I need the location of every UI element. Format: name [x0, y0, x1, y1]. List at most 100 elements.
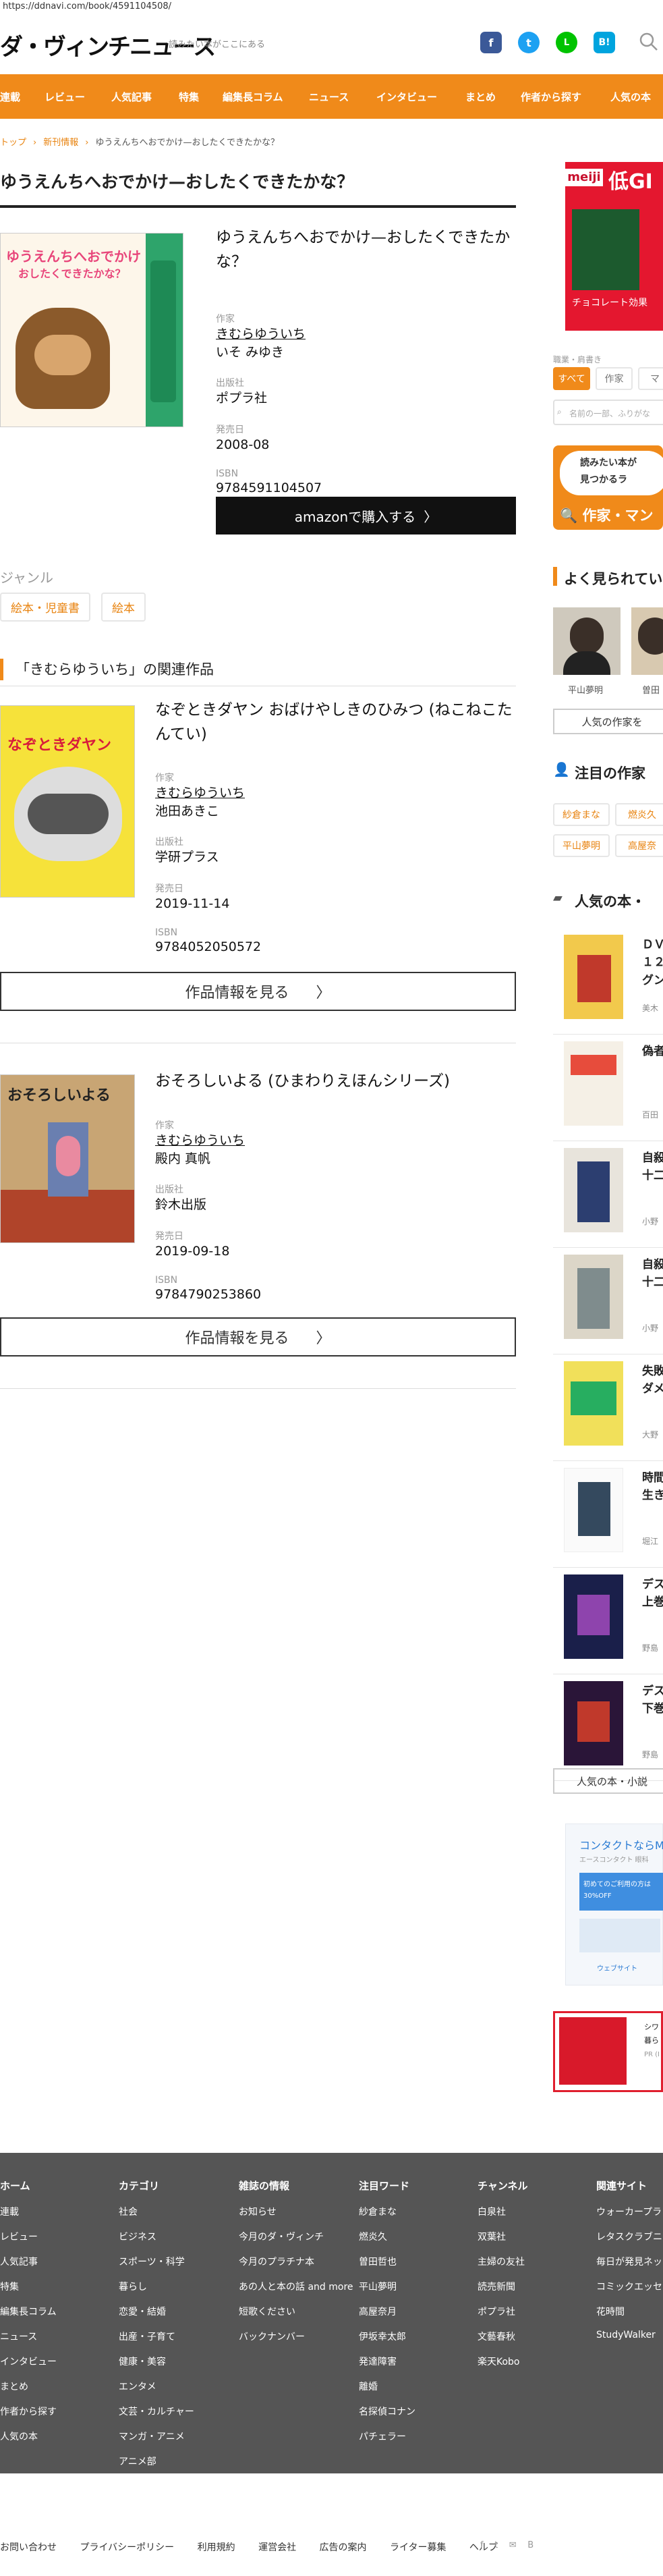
related-title-2[interactable]: おそろしいよる (ひまわりえほんシリーズ)	[155, 1070, 513, 1094]
ranking-item[interactable]: 自殺 十二 小野	[553, 1248, 663, 1354]
footer-link[interactable]: 離婚	[359, 2380, 415, 2393]
featured-author-tag[interactable]: 平山夢明	[553, 834, 610, 857]
footer-link[interactable]: 人気の本	[0, 2430, 57, 2443]
footer-heading[interactable]: 関連サイト	[596, 2178, 662, 2193]
author-name[interactable]: 平山夢明	[568, 683, 603, 696]
footer-link[interactable]: アニメ部	[119, 2455, 194, 2468]
terms-link[interactable]: 利用規約	[198, 2542, 235, 2553]
nav-item-review[interactable]: レビュー	[45, 90, 85, 104]
footer-link[interactable]: 今月のダ・ヴィンチ	[239, 2230, 353, 2243]
footer-link[interactable]: 燃炎久	[359, 2230, 415, 2243]
twitter-icon[interactable]: t	[494, 2540, 498, 2550]
author-name[interactable]: 曽田	[642, 683, 660, 696]
footer-heading[interactable]: 注目ワード	[359, 2178, 415, 2193]
nav-item-editor-column[interactable]: 編集長コラム	[223, 90, 283, 104]
footer-link[interactable]: 読売新聞	[478, 2280, 528, 2293]
footer-link[interactable]: お知らせ	[239, 2205, 353, 2218]
footer-link[interactable]: 短歌ください	[239, 2305, 353, 2318]
facebook-icon[interactable]: f	[480, 2540, 484, 2550]
search-icon[interactable]	[638, 31, 660, 53]
popular-authors-button[interactable]: 人気の作家を	[553, 709, 663, 734]
footer-link[interactable]: インタビュー	[0, 2355, 57, 2368]
footer-link[interactable]: 平山夢明	[359, 2280, 415, 2293]
related-title-1[interactable]: なぞときダヤン おばけやしきのひみつ (ねこねこたんてい)	[155, 698, 513, 746]
footer-link[interactable]: 曽田哲也	[359, 2255, 415, 2268]
footer-link[interactable]: 高屋奈月	[359, 2305, 415, 2318]
footer-link[interactable]: 作者から探す	[0, 2405, 57, 2418]
sidebar-ad-bottom[interactable]: シワ 暮ら PR (I	[553, 2011, 663, 2092]
view-work-info-button[interactable]: 作品情報を見る 〉	[0, 972, 516, 1011]
ranking-item[interactable]: 失敗 ダメ 大野	[553, 1354, 663, 1461]
footer-link[interactable]: 出産・子育て	[119, 2330, 194, 2343]
line-icon[interactable]: L	[556, 32, 577, 53]
footer-link[interactable]: 社会	[119, 2205, 194, 2218]
footer-link[interactable]: 楽天Kobo	[478, 2355, 528, 2368]
footer-social-icons[interactable]: f t ✉ B	[480, 2540, 534, 2550]
footer-link[interactable]: 健康・美容	[119, 2355, 194, 2368]
footer-link[interactable]: 発達障害	[359, 2355, 415, 2368]
sidebar-ad-top[interactable]: meiji 低GI チョコレート効果	[565, 162, 663, 331]
nav-item-matome[interactable]: まとめ	[465, 90, 496, 104]
footer-link[interactable]: 編集長コラム	[0, 2305, 57, 2318]
footer-link[interactable]: ポプラ社	[478, 2305, 528, 2318]
footer-link[interactable]: 伊坂幸太郎	[359, 2330, 415, 2343]
footer-link[interactable]: スポーツ・科学	[119, 2255, 194, 2268]
footer-link[interactable]: まとめ	[0, 2380, 57, 2393]
ranking-item[interactable]: デス 下巻 野島	[553, 1674, 663, 1781]
breadcrumb-home[interactable]: トップ	[0, 138, 26, 148]
twitter-icon[interactable]: t	[518, 32, 540, 53]
sidebar-ad-contact[interactable]: コンタクトならM エースコンタクト 眼科 初めてのご利用の方は 30%OFF ウ…	[565, 1824, 663, 1985]
footer-link[interactable]: あの人と本の話 and more	[239, 2280, 353, 2293]
footer-link[interactable]: 暮らし	[119, 2280, 194, 2293]
footer-link[interactable]: 今月のプラチナ本	[239, 2255, 353, 2268]
footer-link[interactable]: 主婦の友社	[478, 2255, 528, 2268]
footer-link[interactable]: 名探偵コナン	[359, 2405, 415, 2418]
filter-author[interactable]: 作家	[596, 367, 633, 390]
author-photo[interactable]	[631, 607, 663, 675]
footer-link[interactable]: 連載	[0, 2205, 57, 2218]
ranking-item[interactable]: 時間 生き 堀江	[553, 1461, 663, 1568]
author-link[interactable]: きむらゆういち	[216, 325, 322, 344]
featured-author-tag[interactable]: 紗倉まな	[553, 803, 610, 826]
footer-heading[interactable]: 雑誌の情報	[239, 2178, 353, 2193]
author-photo[interactable]	[553, 607, 621, 675]
footer-link[interactable]: 紗倉まな	[359, 2205, 415, 2218]
popular-books-button[interactable]: 人気の本・小説	[553, 1768, 663, 1794]
footer-link[interactable]: 花時間	[596, 2305, 662, 2318]
footer-link[interactable]: マンガ・アニメ	[119, 2430, 194, 2443]
author-search-input[interactable]: ⌕ 名前の一部、ふりがな	[553, 400, 663, 425]
author-search-banner[interactable]: 読みたい本が 見つかるラ 🔍 作家・マン	[553, 445, 663, 530]
footer-link[interactable]: 文藝春秋	[478, 2330, 528, 2343]
footer-link[interactable]: ウォーカープラ	[596, 2205, 662, 2218]
footer-link[interactable]: 文芸・カルチャー	[119, 2405, 194, 2418]
breadcrumb-category[interactable]: 新刊情報	[43, 138, 78, 148]
footer-link[interactable]: パチェラー	[359, 2430, 415, 2443]
footer-link[interactable]: コミックエッセ	[596, 2280, 662, 2293]
related-cover-2[interactable]: おそろしいよる	[0, 1074, 135, 1243]
footer-link[interactable]: 毎日が発見ネッ	[596, 2255, 662, 2268]
footer-link[interactable]: 特集	[0, 2280, 57, 2293]
footer-link[interactable]: エンタメ	[119, 2380, 194, 2393]
ranking-item[interactable]: デス 上巻 野島	[553, 1568, 663, 1674]
featured-author-tag[interactable]: 高屋奈	[615, 834, 663, 857]
company-link[interactable]: 運営会社	[258, 2542, 296, 2553]
privacy-link[interactable]: プライバシーポリシー	[80, 2542, 174, 2553]
nav-item-news[interactable]: ニュース	[309, 90, 349, 104]
hatena-icon[interactable]: B	[527, 2540, 534, 2550]
footer-link[interactable]: ニュース	[0, 2330, 57, 2343]
footer-link[interactable]: 恋愛・結婚	[119, 2305, 194, 2318]
footer-link[interactable]: レビュー	[0, 2230, 57, 2243]
footer-heading[interactable]: カテゴリ	[119, 2178, 194, 2193]
genre-tag-children[interactable]: 絵本・児童書	[0, 593, 90, 622]
related-cover-1[interactable]: なぞときダヤン	[0, 705, 135, 898]
footer-link[interactable]: 白泉社	[478, 2205, 528, 2218]
ranking-item[interactable]: ＤＶ １２ グン 美木	[553, 928, 663, 1035]
mail-icon[interactable]: ✉	[509, 2540, 517, 2550]
filter-manga[interactable]: マ	[638, 367, 663, 390]
filter-all[interactable]: すべて	[553, 367, 590, 390]
footer-heading[interactable]: チャンネル	[478, 2178, 528, 2193]
footer-link[interactable]: レタスクラブニ	[596, 2230, 662, 2243]
nav-item-popular[interactable]: 人気記事	[111, 90, 152, 104]
footer-heading[interactable]: ホーム	[0, 2178, 57, 2193]
facebook-icon[interactable]: f	[480, 32, 502, 53]
